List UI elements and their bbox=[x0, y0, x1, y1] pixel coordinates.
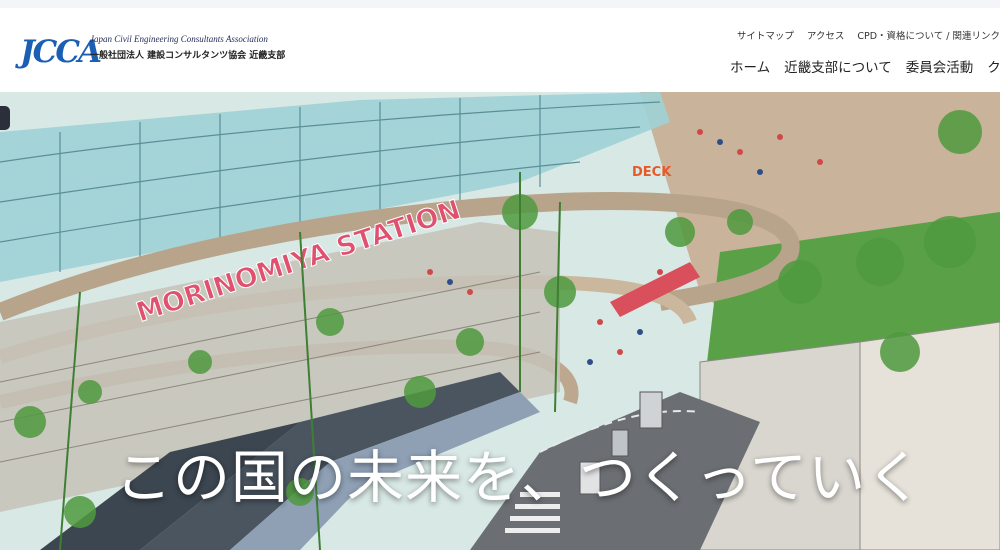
top-strip bbox=[0, 0, 1000, 8]
main-nav: ホーム 近畿支部について 委員会活動 クリ bbox=[730, 56, 1000, 76]
util-link-sitemap[interactable]: サイトマップ bbox=[737, 28, 794, 42]
deck-sign: DECK bbox=[632, 165, 672, 180]
logo-japanese-name: 一般社団法人 建設コンサルタンツ協会 近畿支部 bbox=[90, 51, 286, 61]
logo-english-name: Japan Civil Engineering Consultants Asso… bbox=[90, 34, 268, 44]
nav-about-kinki[interactable]: 近畿支部について bbox=[784, 56, 892, 76]
hero-tagline: この国の未来を、つくっていく bbox=[115, 445, 925, 511]
nav-cut-item[interactable]: クリ bbox=[987, 56, 1000, 76]
site-header: JCCA Japan Civil Engineering Consultants… bbox=[0, 8, 1000, 92]
nav-committee[interactable]: 委員会活動 bbox=[906, 56, 974, 76]
utility-nav: サイトマップ アクセス CPD・資格について / 関連リンク bbox=[737, 28, 1000, 42]
util-link-cpd[interactable]: CPD・資格について / 関連リンク bbox=[857, 28, 1000, 42]
util-link-access[interactable]: アクセス bbox=[807, 28, 845, 42]
nav-home[interactable]: ホーム bbox=[730, 56, 770, 76]
hero-banner: MORINOMIYA STATION DECK この国の未来を、つくっていく bbox=[0, 92, 1000, 550]
carousel-side-handle[interactable] bbox=[0, 106, 10, 130]
logo-mark: JCCA bbox=[20, 34, 102, 70]
site-logo[interactable]: JCCA Japan Civil Engineering Consultants… bbox=[20, 30, 290, 74]
